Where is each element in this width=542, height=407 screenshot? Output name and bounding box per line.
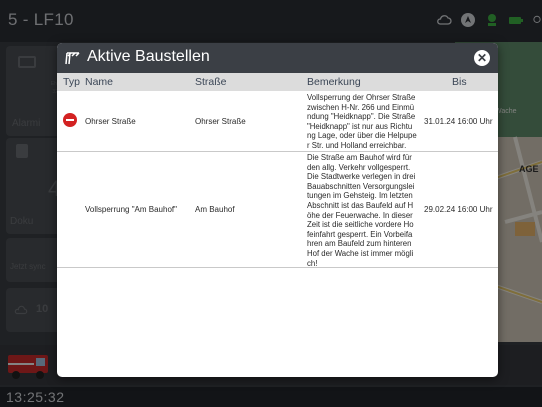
col-name[interactable]: Name [85, 76, 113, 88]
roadworks-icon [65, 52, 80, 65]
row-bemerkung: Die Straße am Bauhof wird für den allg. … [307, 153, 421, 268]
remark-line: feinfahrt gesperrt. Ein Vorbeifa [307, 229, 413, 239]
remark-line: Abschnitt ist das Baufeld auf H [307, 200, 414, 210]
remark-line: hren am Baufeld zum hinteren [307, 239, 412, 249]
col-bis[interactable]: Bis [452, 76, 467, 88]
dialog-title: Aktive Baustellen [87, 48, 210, 65]
remark-line: ndung "Heidknapp". Die Straße [307, 112, 416, 122]
remark-line: Die Straße am Bauhof wird für [307, 153, 412, 162]
no-entry-icon [63, 113, 77, 127]
remark-line: öhe der Feuerwache. In dieser [307, 210, 413, 220]
remark-line: ng Lage, oder über die Helpupe [307, 131, 417, 141]
row-bemerkung: Vollsperrung der Ohrser Straße zwischen … [307, 93, 421, 151]
table-row[interactable]: Ohrser Straße Ohrser Straße Vollsperrung… [57, 91, 498, 152]
remark-line: Bauabschnitten Versorgungslei [307, 181, 415, 191]
remark-line: Hof der Wache ist immer mögli [307, 248, 414, 258]
dialog-header: Aktive Baustellen ✕ [57, 43, 498, 73]
table-header: Typ Name Straße Bemerkung Bis [57, 73, 498, 91]
col-typ[interactable]: Typ [63, 76, 80, 88]
row-strasse: Am Bauhof [195, 205, 235, 214]
remark-line: ch! [307, 258, 318, 268]
remark-line: Die Stadtwerke verlegen in drei [307, 172, 416, 182]
construction-sites-dialog: Aktive Baustellen ✕ Typ Name Straße Beme… [57, 43, 498, 377]
remark-line: Vollsperrung der Ohrser Straße [307, 93, 416, 102]
table-row[interactable]: Vollsperrung "Am Bauhof" Am Bauhof Die S… [57, 152, 498, 268]
row-bis: 29.02.24 16:00 Uhr [424, 205, 493, 214]
row-strasse: Ohrser Straße [195, 117, 246, 126]
app-screen: 5 - LF10 F 2 F Ehlenbruch 32791 Lag 29.1… [0, 0, 542, 407]
close-icon[interactable]: ✕ [474, 50, 490, 66]
row-name: Vollsperrung "Am Bauhof" [85, 205, 177, 214]
remark-line: r Str. und Holland erreichbar. [307, 140, 407, 150]
remark-line: zwischen H-Nr. 266 und Einmü [307, 102, 415, 112]
remark-line: "Heidknapp" ist nur aus Richtu [307, 121, 413, 131]
row-bis: 31.01.24 16:00 Uhr [424, 117, 493, 126]
col-bemerkung[interactable]: Bemerkung [307, 76, 361, 88]
remark-line: den allg. Verkehr vollgesperrt. [307, 162, 411, 172]
remark-line: tungen im Gehsteig. Im letzten [307, 191, 413, 201]
row-name: Ohrser Straße [85, 117, 136, 126]
remark-line: Zeit ist die seitliche vordere Ho [307, 220, 414, 230]
col-strasse[interactable]: Straße [195, 76, 227, 88]
